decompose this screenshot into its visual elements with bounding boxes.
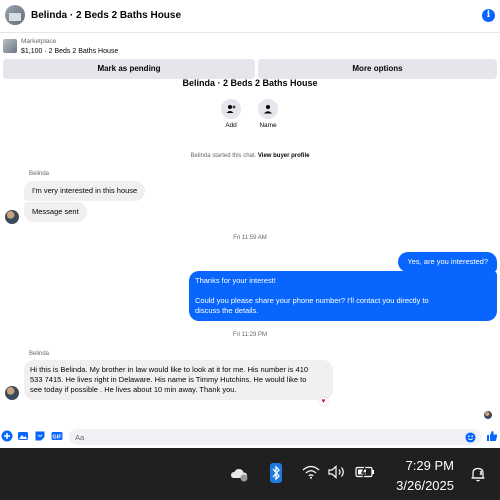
onedrive-sync-icon[interactable] xyxy=(230,466,250,482)
timestamp: Fri 11:59 AM xyxy=(233,235,267,241)
outgoing-message-line: discuss the details. xyxy=(195,306,259,315)
incoming-message[interactable]: Hi this is Belinda. My brother in law wo… xyxy=(24,360,333,400)
incoming-message[interactable]: Message sent xyxy=(24,202,87,222)
chat-header: Belinda · 2 Beds 2 Baths House i xyxy=(0,0,500,33)
listing-actions: Mark as pending More options xyxy=(3,59,497,79)
heart-reaction-icon[interactable]: ♥ xyxy=(319,397,328,406)
emoji-icon[interactable] xyxy=(465,432,476,443)
listing-price-title: $1,100 · 2 Beds 2 Baths House xyxy=(21,48,119,55)
listing-avatar[interactable] xyxy=(5,5,25,25)
system-clock[interactable]: 7:29 PM 3/26/2025 xyxy=(396,456,454,496)
chat-started-notice: Belinda started this chat. View buyer pr… xyxy=(0,153,500,159)
sticker-icon[interactable] xyxy=(34,430,46,442)
system-taskbar: 7:29 PM 3/26/2025 xyxy=(0,448,500,500)
clock-time: 7:29 PM xyxy=(405,458,454,473)
gif-icon[interactable]: GIF xyxy=(51,430,63,442)
started-text: Belinda started this chat. xyxy=(190,153,258,159)
battery-icon[interactable] xyxy=(355,466,375,478)
message-composer: GIF Aa xyxy=(0,427,500,447)
add-person-icon xyxy=(226,105,236,113)
info-icon[interactable]: i xyxy=(482,9,495,22)
incoming-message-line: 533 7415. He lives right in Delaware. Hi… xyxy=(30,375,307,384)
add-label: Add xyxy=(225,122,237,129)
listing-summary[interactable]: Marketplace $1,100 · 2 Beds 2 Baths Hous… xyxy=(0,34,500,58)
outgoing-message-line: Thanks for your interest! xyxy=(195,276,276,285)
svg-text:GIF: GIF xyxy=(52,434,62,440)
bluetooth-icon[interactable] xyxy=(270,463,282,483)
mark-as-pending-button[interactable]: Mark as pending xyxy=(3,59,255,79)
sender-name: Belinda xyxy=(29,171,50,177)
clock-date: 3/26/2025 xyxy=(396,478,454,493)
volume-icon[interactable] xyxy=(328,465,346,479)
listing-category: Marketplace xyxy=(21,38,57,45)
outgoing-message-line: Could you please share your phone number… xyxy=(195,296,429,305)
listing-thumbnail xyxy=(3,39,17,53)
seen-indicator-avatar xyxy=(484,411,492,419)
outgoing-message[interactable]: Thanks for your interest! Could you plea… xyxy=(189,271,497,321)
wifi-icon[interactable] xyxy=(302,465,320,479)
plus-icon[interactable] xyxy=(1,430,13,442)
message-thread[interactable]: Belinda · 2 Beds 2 Baths House Add Name … xyxy=(0,79,500,426)
chat-title[interactable]: Belinda · 2 Beds 2 Baths House xyxy=(31,10,181,21)
incoming-message[interactable]: I'm very interested in this house xyxy=(24,181,146,201)
notification-bell-icon[interactable] xyxy=(470,466,486,482)
incoming-message-line: see today if possible . He lives about 1… xyxy=(30,385,237,394)
incoming-message-line: Hi this is Belinda. My brother in law wo… xyxy=(30,365,309,374)
add-contact-button[interactable] xyxy=(221,99,241,119)
timestamp: Fri 11:29 PM xyxy=(233,332,267,338)
photo-icon[interactable] xyxy=(17,430,29,442)
name-button[interactable] xyxy=(258,99,278,119)
message-input[interactable]: Aa xyxy=(69,429,482,445)
sender-name: Belinda xyxy=(29,351,50,357)
outgoing-message[interactable]: Yes, are you interested? xyxy=(398,252,497,272)
person-icon xyxy=(264,105,272,114)
message-input-placeholder: Aa xyxy=(75,433,85,442)
view-buyer-profile-link[interactable]: View buyer profile xyxy=(258,153,310,159)
thumbs-up-icon[interactable] xyxy=(486,430,498,442)
name-label: Name xyxy=(259,122,277,129)
buyer-avatar[interactable] xyxy=(5,386,19,400)
buyer-avatar[interactable] xyxy=(5,210,19,224)
more-options-button[interactable]: More options xyxy=(258,59,497,79)
thread-title: Belinda · 2 Beds 2 Baths House xyxy=(182,79,318,88)
